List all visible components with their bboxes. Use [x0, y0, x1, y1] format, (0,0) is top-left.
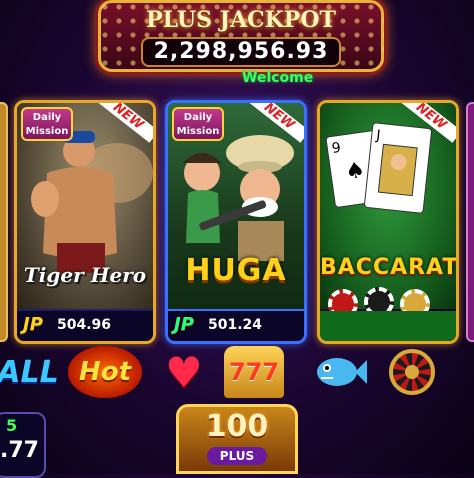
jp-value: 501.24 — [208, 317, 263, 333]
plus100-button[interactable]: 100 PLUS — [176, 404, 298, 474]
jackpot-title: PLUS JACKPOT — [146, 7, 336, 33]
jackpot-value: 2,298,956.93 — [141, 37, 341, 67]
category-all[interactable]: ALL — [0, 346, 60, 398]
svg-text:♠: ♠ — [344, 158, 367, 186]
fish-icon — [317, 358, 367, 386]
game-title: HUGA — [185, 253, 287, 288]
category-favorites-heart-icon[interactable]: ♥ — [156, 346, 212, 398]
plus100-label: PLUS — [207, 447, 267, 465]
daily-mission-badge: Daily Mission — [21, 107, 73, 141]
balance-panel: 5 .77 — [0, 412, 46, 478]
category-hot[interactable]: Hot — [68, 346, 142, 398]
svg-text:9: 9 — [331, 140, 342, 157]
jackpot-banner: PLUS JACKPOT 2,298,956.93 — [98, 0, 384, 72]
svg-text:J: J — [374, 127, 381, 143]
category-fish-icon[interactable] — [308, 346, 370, 398]
balance-line-2: .77 — [0, 438, 39, 463]
welcome-text: Welcome — [242, 70, 314, 86]
daily-mission-badge: Daily Mission — [172, 107, 224, 141]
chips-footer — [320, 311, 456, 341]
roulette-icon — [389, 349, 435, 395]
game-card-tiger-hero[interactable]: Daily Mission NEW Tiger Hero JP 504.96 — [14, 100, 156, 344]
partial-game-card-right[interactable] — [466, 102, 474, 342]
jackpot-footer: JP 501.24 — [168, 309, 304, 341]
jp-label: JP — [174, 314, 194, 335]
balance-line-1: 5 — [6, 416, 18, 435]
game-title: Tiger Hero — [23, 263, 147, 287]
game-card-huga[interactable]: Daily Mission NEW HUGA JP 501.24 — [165, 100, 307, 344]
jackpot-footer: JP 504.96 — [17, 309, 153, 341]
category-table-games[interactable] — [384, 346, 440, 398]
partial-game-card-left[interactable] — [0, 102, 8, 342]
game-card-baccarat[interactable]: 9 ♠ J NEW BACCARAT — [317, 100, 459, 344]
category-slots[interactable]: 777 — [224, 346, 284, 398]
playing-card-jack-spades: J — [363, 122, 433, 214]
jp-label: JP — [23, 314, 43, 335]
plus100-number: 100 — [205, 409, 269, 444]
game-title: BACCARAT — [320, 255, 459, 280]
jp-value: 504.96 — [57, 317, 112, 333]
